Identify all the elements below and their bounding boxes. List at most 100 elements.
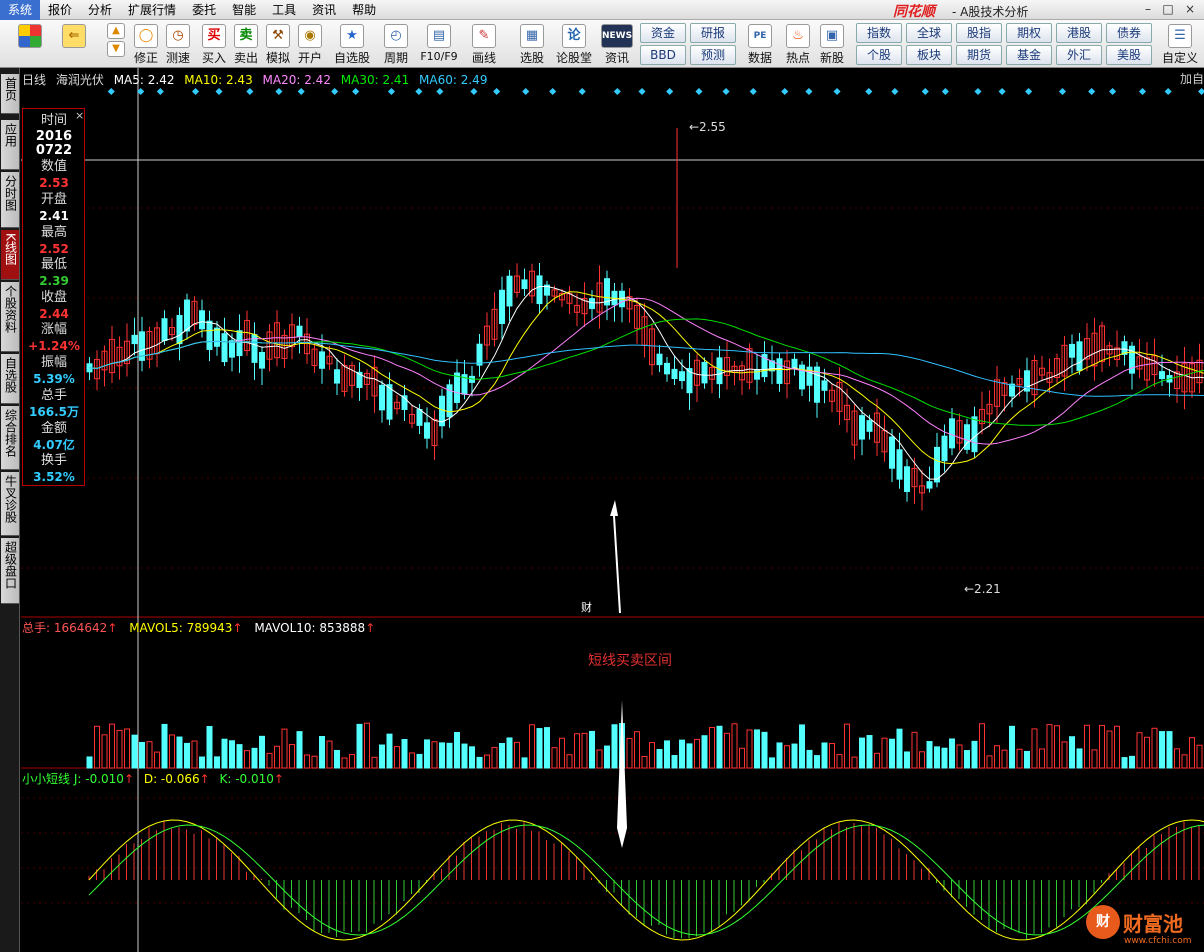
grid-index[interactable]: 指数: [856, 23, 902, 43]
menu-tools[interactable]: 工具: [264, 0, 304, 20]
volume-bar: [349, 754, 355, 769]
info-turnover: 3.52%: [33, 470, 75, 484]
stock-picker-button[interactable]: ▦ 选股: [514, 20, 550, 68]
volume-bar: [311, 755, 318, 769]
customize-button[interactable]: ☰ 自定义: [1160, 20, 1200, 68]
volume-bar: [514, 741, 520, 769]
menu-system[interactable]: 系统: [0, 0, 41, 20]
signal-diamond: [833, 87, 841, 96]
volume-bar: [806, 749, 813, 769]
volume-bar: [769, 757, 775, 769]
f10-button[interactable]: ▤ F10/F9: [418, 20, 460, 68]
menu-help[interactable]: 帮助: [344, 0, 384, 20]
sell-button[interactable]: 卖卖出: [230, 20, 262, 68]
open-account-button[interactable]: ◉ 开户: [294, 20, 326, 68]
up-button[interactable]: ▲ ▼: [100, 20, 132, 68]
grid-sector[interactable]: 板块: [906, 45, 952, 65]
watchlist-label: 自选股: [334, 51, 371, 65]
menu-analysis[interactable]: 分析: [80, 0, 120, 20]
volume-bar: [146, 741, 153, 769]
grid-hk[interactable]: 港股: [1056, 23, 1102, 43]
grid-us-stocks[interactable]: 美股: [1106, 45, 1152, 65]
grid-forex[interactable]: 外汇: [1056, 45, 1102, 65]
monitor-icon: ▦: [520, 24, 544, 48]
star-folder-icon: ★: [340, 24, 364, 48]
mavol10-value: MAVOL10: 853888: [254, 621, 366, 635]
period-button[interactable]: ◴ 周期: [378, 20, 414, 68]
nav-watchlist[interactable]: 自选股: [1, 354, 19, 404]
volume-total-up-icon: ↑: [107, 621, 118, 635]
volume-bar: [941, 747, 948, 769]
signal-diamond: [1164, 87, 1172, 96]
menu-trade[interactable]: 委托: [184, 0, 224, 20]
nav-kline[interactable]: K线图: [1, 230, 19, 280]
candle-body: [859, 415, 865, 440]
volume-bar: [581, 732, 588, 769]
close-icon[interactable]: ×: [1182, 2, 1198, 17]
kline-chart-area[interactable]: ←2.55 ←2.21 财: [21, 68, 1204, 952]
forum-label: 论股堂: [556, 51, 593, 65]
ipo-label: 新股: [819, 51, 844, 65]
minimize-icon[interactable]: –: [1140, 2, 1156, 17]
nav-home[interactable]: 首页: [1, 74, 19, 114]
nav-diagnosis-label: 牛叉诊股: [3, 475, 18, 523]
d-up-icon: ↑: [199, 772, 210, 786]
crosshair-info-panel: × 时间 2016 0722 数值 2.53 开盘 2.41 最高 2.52 最…: [22, 108, 85, 486]
grid-futures[interactable]: 期货: [956, 45, 1002, 65]
menu-quotes[interactable]: 报价: [40, 0, 80, 20]
grid-forecast[interactable]: 预测: [690, 45, 736, 65]
nav-ranking[interactable]: 综合排名: [1, 406, 19, 470]
mavol10-up-icon: ↑: [365, 621, 376, 635]
grid-options[interactable]: 期权: [1006, 23, 1052, 43]
menu-extended[interactable]: 扩展行情: [120, 0, 184, 20]
nav-diagnosis[interactable]: 牛叉诊股: [1, 472, 19, 536]
watchlist-button[interactable]: ★ 自选股: [334, 20, 370, 68]
info-low-label: 最低: [40, 257, 67, 272]
grid-stock-index[interactable]: 股指: [956, 23, 1002, 43]
color-grid-button[interactable]: [14, 20, 46, 68]
speed-test-button[interactable]: ◷ 测速: [162, 20, 194, 68]
add-watchlist-button[interactable]: 加自: [1180, 70, 1204, 87]
menu-news[interactable]: 资讯: [304, 0, 344, 20]
volume-bar: [439, 742, 445, 769]
data-button[interactable]: PE 数据: [744, 20, 776, 68]
info-time-label: 时间: [40, 113, 67, 128]
nav-super-panel[interactable]: 超级盘口: [1, 538, 19, 604]
stopwatch-icon: ◷: [166, 24, 190, 48]
fix-button[interactable]: ◯ 修正: [130, 20, 162, 68]
buy-button[interactable]: 买买入: [198, 20, 230, 68]
volume-bar: [1159, 731, 1165, 769]
grid-capital[interactable]: 资金: [640, 23, 686, 43]
candle-body: [521, 279, 528, 290]
stock-picker-label: 选股: [519, 51, 544, 65]
draw-line-button[interactable]: ✎ 画线: [466, 20, 502, 68]
signal-diamond: [722, 87, 730, 96]
nav-apps[interactable]: 应用: [1, 120, 19, 170]
candle-body: [499, 289, 505, 324]
volume-bar: [409, 752, 415, 769]
candle-body: [199, 310, 205, 330]
hot-button[interactable]: ♨ 热点: [782, 20, 814, 68]
grid-stock[interactable]: 个股: [856, 45, 902, 65]
news-button[interactable]: NEWS 资讯: [600, 20, 634, 68]
ipo-button[interactable]: ▣ 新股: [816, 20, 848, 68]
grid-research[interactable]: 研报: [690, 23, 736, 43]
simulate-button[interactable]: ⚒ 模拟: [262, 20, 294, 68]
forum-button[interactable]: 论论股堂: [556, 20, 592, 68]
maximize-icon[interactable]: □: [1160, 2, 1176, 17]
grid-global[interactable]: 全球: [906, 23, 952, 43]
volume-bar: [926, 741, 933, 769]
nav-apps-label: 应用: [3, 123, 18, 147]
back-button[interactable]: ⇐: [58, 20, 90, 68]
volume-bar: [934, 746, 940, 769]
menu-smart[interactable]: 智能: [224, 0, 264, 20]
nav-intraday[interactable]: 分时图: [1, 172, 19, 228]
annotation-text: 短线买卖区间: [588, 653, 672, 669]
nav-profile[interactable]: 个股资料: [1, 282, 19, 352]
grid-bbd[interactable]: BBD: [640, 45, 686, 65]
grid-funds[interactable]: 基金: [1006, 45, 1052, 65]
volume-bar: [506, 737, 513, 769]
volume-bar: [499, 743, 505, 769]
volume-bar: [251, 747, 258, 769]
grid-bonds[interactable]: 债券: [1106, 23, 1152, 43]
